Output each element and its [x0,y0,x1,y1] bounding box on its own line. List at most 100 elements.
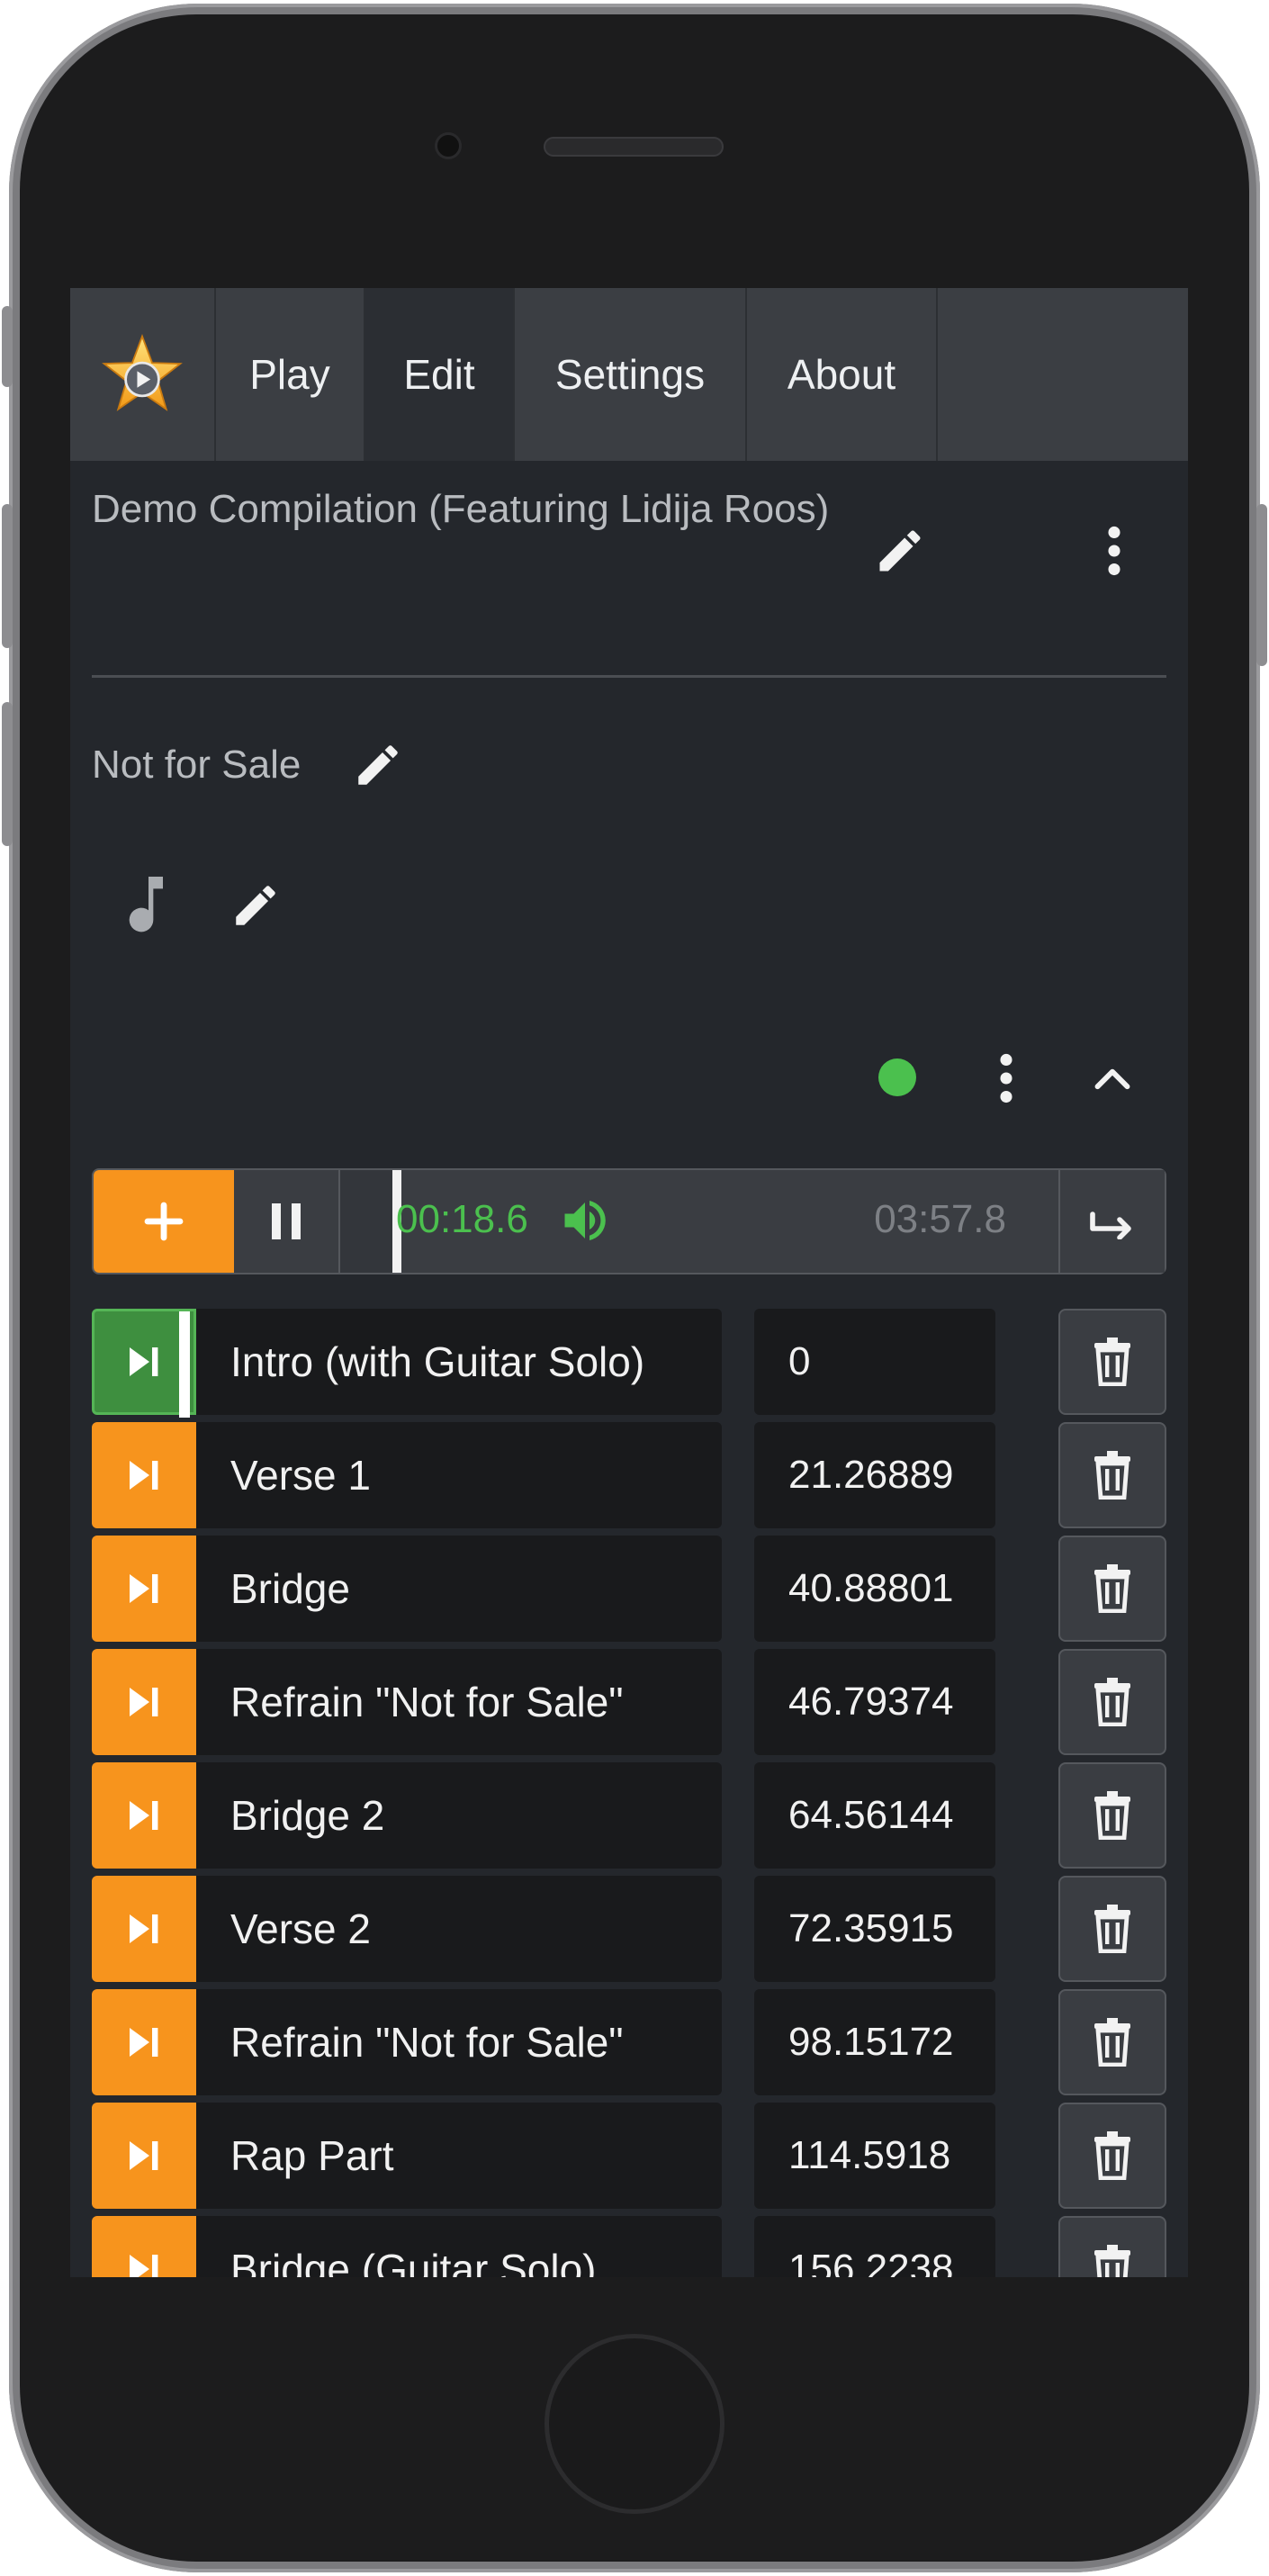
trash-icon [1094,1451,1130,1500]
skip-to-icon [130,1574,158,1603]
skip-to-icon [130,1461,158,1490]
skip-to-icon [130,2141,158,2170]
delete-marker-button[interactable] [1058,2103,1166,2209]
track-menu-button[interactable] [970,1042,1042,1114]
home-button[interactable] [544,2334,724,2514]
trash-icon [1094,2131,1130,2180]
phone-power-button [1256,504,1267,666]
tab-play[interactable]: Play [216,288,365,461]
star-play-logo-icon [102,334,183,411]
skip-to-icon [130,1347,158,1376]
marker-row: Refrain "Not for Sale" 46.79374 [92,1649,1166,1755]
compilation-menu-button[interactable] [1078,515,1150,587]
trash-icon [1094,2245,1130,2277]
pencil-icon [236,886,275,925]
delete-marker-button[interactable] [1058,2216,1166,2277]
marker-row: Rap Part 114.5918 [92,2103,1166,2209]
marker-time-field[interactable]: 114.5918 [754,2103,995,2209]
marker-row: Bridge (Guitar Solo) 156.2238 [92,2216,1166,2277]
marker-name-field[interactable]: Bridge 2 [196,1762,722,1869]
tab-settings[interactable]: Settings [515,288,747,461]
pause-icon [272,1203,301,1239]
skip-to-icon [130,2028,158,2057]
pencil-icon [358,745,398,785]
marker-name-field[interactable]: Verse 1 [196,1422,722,1528]
marker-time-field[interactable]: 156.2238 [754,2216,995,2277]
top-navigation: Play Edit Settings About [70,288,1188,461]
marker-play-button[interactable] [92,1989,196,2095]
edit-track-title-button[interactable] [344,731,412,799]
marker-row: Refrain "Not for Sale" 98.15172 [92,1989,1166,2095]
earpiece-speaker [544,137,724,157]
marker-row: Bridge 2 64.56144 [92,1762,1166,1869]
trash-icon [1094,1338,1130,1386]
seek-progress [340,1170,396,1273]
marker-time-field[interactable]: 64.56144 [754,1762,995,1869]
edit-track-file-button[interactable] [221,871,290,940]
skip-to-icon [130,1688,158,1716]
marker-time-field[interactable]: 21.26889 [754,1422,995,1528]
marker-time-field[interactable]: 46.79374 [754,1649,995,1755]
transport-bar: 00:18.6 03:57.8 [92,1168,1166,1274]
delete-marker-button[interactable] [1058,1989,1166,2095]
seek-bar[interactable]: 00:18.6 03:57.8 [340,1170,1060,1273]
add-marker-button[interactable] [94,1170,234,1273]
delete-marker-button[interactable] [1058,1876,1166,1982]
selected-marker-indicator [179,1311,190,1418]
marker-name-field[interactable]: Verse 2 [196,1876,722,1982]
delete-marker-button[interactable] [1058,1762,1166,1869]
marker-name-field[interactable]: Bridge [196,1536,722,1642]
more-vertical-icon [1000,1053,1012,1103]
trash-icon [1094,1905,1130,1953]
marker-play-button[interactable] [92,2103,196,2209]
marker-play-button[interactable] [92,1762,196,1869]
pencil-icon [879,530,921,572]
jump-to-next-button[interactable] [1058,1170,1165,1273]
skip-to-icon [130,1801,158,1830]
marker-play-button[interactable] [92,1649,196,1755]
tab-about[interactable]: About [747,288,938,461]
marker-play-button[interactable] [92,1422,196,1528]
skip-to-icon [130,2255,158,2277]
phone-volume-down [2,702,13,846]
trash-icon [1094,1791,1130,1840]
trash-icon [1094,2018,1130,2067]
marker-name-field[interactable]: Rap Part [196,2103,722,2209]
volume-icon[interactable] [556,1193,614,1247]
marker-name-field[interactable]: Bridge (Guitar Solo) [196,2216,722,2277]
section-divider [92,675,1166,678]
music-note-icon [117,871,180,940]
trash-icon [1094,1564,1130,1613]
total-duration: 03:57.8 [874,1197,1006,1241]
delete-marker-button[interactable] [1058,1309,1166,1415]
trash-icon [1094,1678,1130,1726]
skip-to-icon [130,1914,158,1943]
edit-compilation-button[interactable] [864,515,936,587]
pause-button[interactable] [234,1170,340,1273]
delete-marker-button[interactable] [1058,1649,1166,1755]
marker-time-field[interactable]: 72.35915 [754,1876,995,1982]
marker-name-field[interactable]: Refrain "Not for Sale" [196,1989,722,2095]
delete-marker-button[interactable] [1058,1422,1166,1528]
marker-time-field[interactable]: 40.88801 [754,1536,995,1642]
phone-volume-up [2,504,13,648]
status-indicator [878,1058,916,1096]
marker-row: Verse 1 21.26889 [92,1422,1166,1528]
nav-logo[interactable] [70,288,216,461]
tab-edit[interactable]: Edit [365,288,515,461]
marker-name-field[interactable]: Intro (with Guitar Solo) [196,1309,722,1415]
marker-name-field[interactable]: Refrain "Not for Sale" [196,1649,722,1755]
marker-play-button[interactable] [92,2216,196,2277]
front-camera [437,135,459,157]
marker-time-field[interactable]: 98.15172 [754,1989,995,2095]
collapse-button[interactable] [1076,1042,1148,1114]
marker-time-field[interactable]: 0 [754,1309,995,1415]
delete-marker-button[interactable] [1058,1536,1166,1642]
app-screen: Play Edit Settings About Demo Compilatio… [70,288,1188,2277]
elapsed-time: 00:18.6 [396,1197,528,1241]
track-title: Not for Sale [92,743,302,787]
marker-row: Bridge 40.88801 [92,1536,1166,1642]
marker-play-button[interactable] [92,1309,196,1418]
marker-play-button[interactable] [92,1536,196,1642]
marker-play-button[interactable] [92,1876,196,1982]
